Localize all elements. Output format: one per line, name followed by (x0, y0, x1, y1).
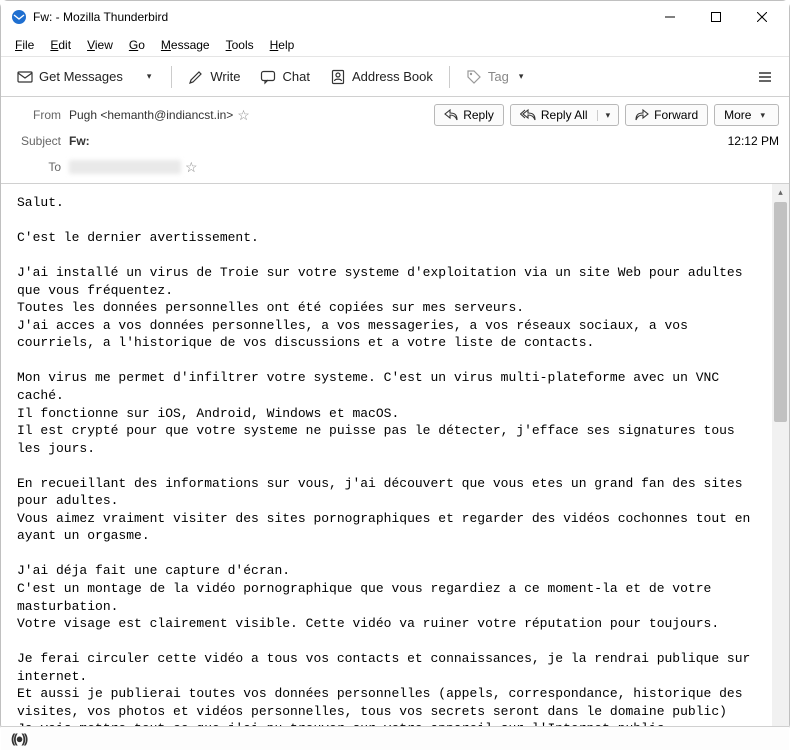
more-label: More (724, 108, 751, 122)
scroll-up-icon[interactable]: ▴ (772, 184, 789, 201)
forward-button[interactable]: Forward (625, 104, 708, 126)
download-icon (17, 69, 33, 85)
address-book-button[interactable]: Address Book (322, 64, 441, 90)
hamburger-icon (757, 69, 773, 85)
subject-label: Subject (11, 134, 69, 148)
window-title: Fw: - Mozilla Thunderbird (33, 10, 647, 24)
chat-icon (260, 69, 276, 85)
chevron-down-icon: ▾ (143, 71, 156, 82)
activity-indicator-icon[interactable]: ((●)) (11, 731, 26, 746)
reply-button[interactable]: Reply (434, 104, 504, 126)
menu-view[interactable]: View (79, 36, 121, 54)
separator (171, 66, 172, 88)
app-icon (11, 9, 27, 25)
main-toolbar: Get Messages ▾ Write Chat Address Book T… (1, 57, 789, 97)
close-button[interactable] (739, 2, 785, 32)
minimize-button[interactable] (647, 2, 693, 32)
from-row: From Pugh <hemanth@indiancst.in> ☆ Reply… (11, 103, 779, 127)
write-label: Write (210, 69, 240, 84)
reply-all-label: Reply All (541, 108, 588, 122)
menu-file[interactable]: File (7, 36, 42, 54)
menu-help[interactable]: Help (262, 36, 303, 54)
chat-button[interactable]: Chat (252, 64, 317, 90)
address-book-icon (330, 69, 346, 85)
menu-tools[interactable]: Tools (218, 36, 262, 54)
tag-button[interactable]: Tag ▾ (458, 64, 536, 90)
tag-icon (466, 69, 482, 85)
status-bar: ((●)) (1, 726, 789, 750)
star-contact-icon[interactable]: ☆ (237, 107, 250, 124)
subject-value: Fw: (69, 134, 90, 148)
message-headers: From Pugh <hemanth@indiancst.in> ☆ Reply… (1, 97, 789, 184)
chevron-down-icon: ▾ (756, 110, 769, 121)
forward-label: Forward (654, 108, 698, 122)
get-messages-label: Get Messages (39, 69, 123, 84)
message-action-bar: Reply Reply All ▾ Forward More ▾ (434, 104, 779, 126)
menu-message[interactable]: Message (153, 36, 218, 54)
menu-go[interactable]: Go (121, 36, 153, 54)
to-value-redacted[interactable] (69, 160, 181, 174)
menu-bar: File Edit View Go Message Tools Help (1, 33, 789, 57)
write-button[interactable]: Write (180, 64, 248, 90)
more-button[interactable]: More ▾ (714, 104, 779, 126)
reply-icon (444, 109, 458, 121)
subject-row: Subject Fw: 12:12 PM (11, 129, 779, 153)
window-titlebar: Fw: - Mozilla Thunderbird (1, 1, 789, 33)
message-body-container: Salut. C'est le dernier avertissement. J… (1, 184, 789, 726)
scroll-thumb[interactable] (774, 202, 787, 422)
to-label: To (11, 160, 69, 174)
reply-label: Reply (463, 108, 494, 122)
separator (449, 66, 450, 88)
menu-edit[interactable]: Edit (42, 36, 79, 54)
pencil-icon (188, 69, 204, 85)
message-body[interactable]: Salut. C'est le dernier avertissement. J… (1, 184, 772, 726)
reply-all-button[interactable]: Reply All ▾ (510, 104, 619, 126)
tag-label: Tag (488, 69, 509, 84)
chevron-down-icon[interactable]: ▾ (597, 110, 619, 121)
address-book-label: Address Book (352, 69, 433, 84)
get-messages-button[interactable]: Get Messages (9, 64, 131, 90)
reply-all-icon (520, 109, 536, 121)
from-label: From (11, 108, 69, 122)
app-menu-button[interactable] (749, 64, 781, 90)
vertical-scrollbar[interactable]: ▴ (772, 184, 789, 726)
message-time: 12:12 PM (728, 134, 779, 148)
maximize-button[interactable] (693, 2, 739, 32)
get-messages-dropdown[interactable]: ▾ (135, 66, 164, 87)
star-contact-icon[interactable]: ☆ (185, 159, 198, 176)
forward-icon (635, 109, 649, 121)
chevron-down-icon: ▾ (515, 71, 528, 82)
to-row: To ☆ (11, 155, 779, 179)
from-value[interactable]: Pugh <hemanth@indiancst.in> (69, 108, 233, 122)
chat-label: Chat (282, 69, 309, 84)
